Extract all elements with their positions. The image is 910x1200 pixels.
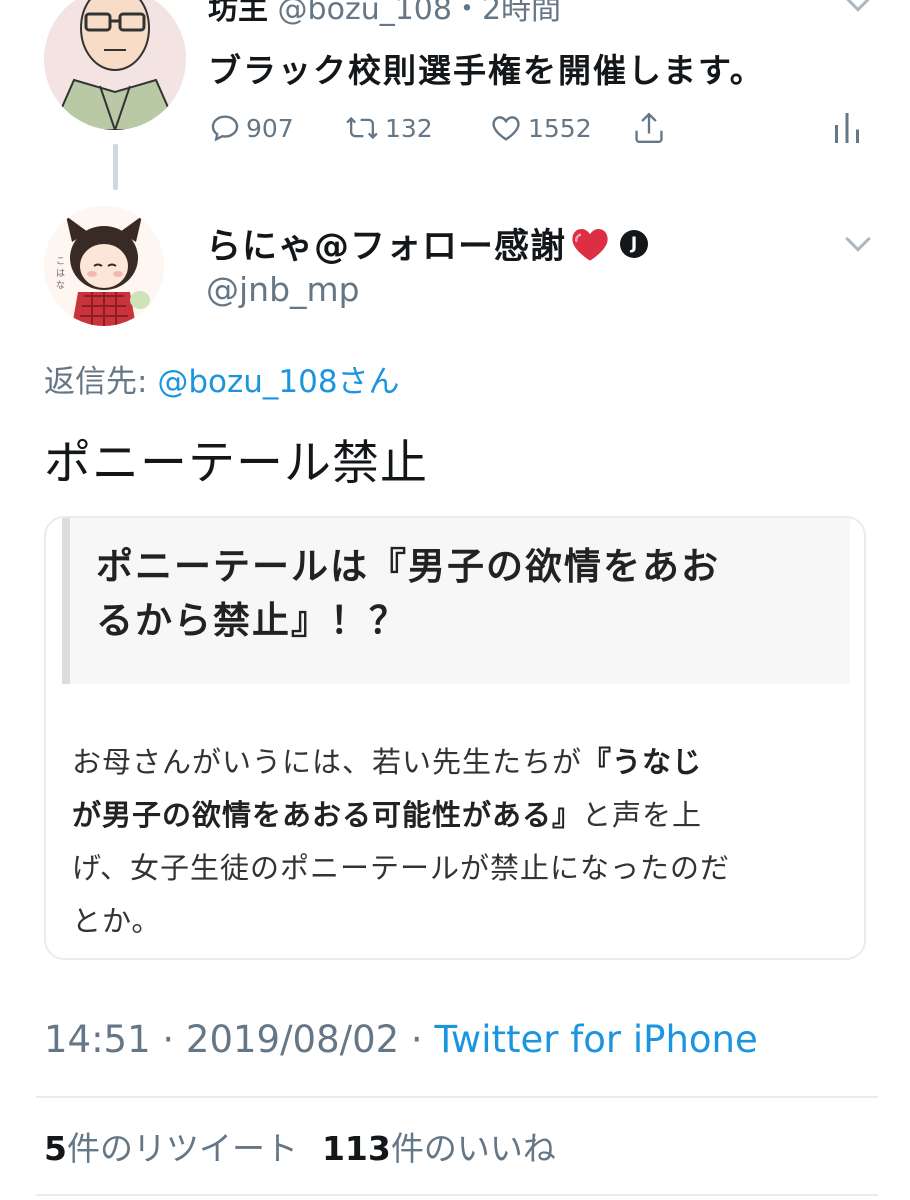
- retweet-count: 132: [385, 113, 433, 143]
- card-body-line-1: お母さんがいうには、若い先生たちが『うなじ: [72, 736, 852, 789]
- likes-label: 件のいいね: [390, 1129, 556, 1168]
- card-body-line-2-plain: と声を上: [582, 798, 703, 832]
- tweet-stats: 5件のリツイート 113件のいいね: [44, 1122, 556, 1170]
- red-heart-emoji-icon: [572, 228, 608, 261]
- cat-girl-avatar-icon: こ は な: [44, 206, 164, 326]
- card-body-line-3: げ、女子生徒のポニーテールが禁止になったのだ: [72, 851, 730, 885]
- card-body-line-1-plain: お母さんがいうには、若い先生たちが: [72, 745, 583, 779]
- parent-tweet-header: 坊主 @bozu_108・2時間: [208, 0, 561, 28]
- reply-icon: [211, 115, 239, 142]
- reply-button[interactable]: 907: [208, 108, 294, 148]
- card-heading-line-1: ポニーテールは『男子の欲情をあお: [96, 545, 720, 588]
- svg-text:な: な: [56, 280, 65, 291]
- share-button[interactable]: [632, 108, 666, 148]
- reply-handle[interactable]: @jnb_mp: [206, 270, 360, 309]
- card-body-line-2-bold: が男子の欲情をあおる可能性がある』: [72, 798, 583, 832]
- attached-image-card[interactable]: ポニーテールは『男子の欲情をあお るから禁止』！？ お母さんがいうには、若い先生…: [44, 516, 866, 960]
- card-heading: ポニーテールは『男子の欲情をあお るから禁止』！？: [62, 518, 850, 684]
- parent-avatar[interactable]: [44, 0, 186, 130]
- svg-text:は: は: [56, 268, 65, 279]
- reply-tweet-text: ポニーテール禁止: [44, 436, 428, 491]
- retweets-number: 5: [44, 1129, 67, 1168]
- tweet-timestamp: 14:51 · 2019/08/02 · Twitter for iPhone: [44, 1018, 758, 1061]
- like-button[interactable]: 1552: [488, 108, 592, 148]
- divider: [36, 1194, 878, 1196]
- retweets-label: 件のリツイート: [66, 1129, 298, 1168]
- share-icon: [635, 112, 663, 144]
- retweet-icon: [346, 116, 378, 140]
- timestamp-text: 14:51 · 2019/08/02 ·: [44, 1018, 435, 1061]
- monk-avatar-icon: [44, 0, 186, 130]
- parent-display-name[interactable]: 坊主: [208, 0, 268, 27]
- reply-tweet-author: こ は な らにゃ@フォロー感謝 J @jnb_mp: [44, 206, 910, 336]
- card-body-line-4: とか。: [72, 904, 162, 938]
- parent-tweet[interactable]: 坊主 @bozu_108・2時間 ブラック校則選手権を開催します。 907 13…: [0, 0, 910, 200]
- reply-name-line: らにゃ@フォロー感謝 J: [206, 218, 649, 269]
- card-body-line-2: が男子の欲情をあおる可能性がある』と声を上: [72, 789, 852, 842]
- reply-display-name[interactable]: らにゃ@フォロー感謝: [206, 218, 566, 269]
- card-body-line-1-bold: 『うなじ: [582, 745, 703, 779]
- likes-stat[interactable]: 113件のいいね: [322, 1129, 556, 1168]
- divider: [36, 1096, 878, 1098]
- replying-to-mention-link[interactable]: @bozu_108さん: [157, 364, 399, 400]
- thread-connector-line: [113, 144, 118, 190]
- reply-count: 907: [246, 113, 294, 143]
- like-count: 1552: [528, 113, 592, 143]
- parent-tweet-menu-chevron-icon[interactable]: [845, 0, 871, 12]
- analytics-button[interactable]: [832, 108, 862, 148]
- replying-to: 返信先: @bozu_108さん: [44, 356, 400, 401]
- card-body: お母さんがいうには、若い先生たちが『うなじ が男子の欲情をあおる可能性がある』と…: [72, 736, 852, 948]
- j-badge-icon: J: [620, 229, 649, 258]
- retweet-button[interactable]: 132: [343, 108, 433, 148]
- likes-number: 113: [321, 1129, 391, 1168]
- retweets-stat[interactable]: 5件のリツイート: [44, 1129, 298, 1168]
- replying-to-label: 返信先:: [44, 364, 158, 400]
- parent-tweet-actions: 907 132 1552: [208, 108, 888, 148]
- analytics-bars-icon: [835, 113, 859, 143]
- svg-text:こ: こ: [56, 257, 65, 267]
- heart-outline-icon: [492, 116, 520, 141]
- source-link[interactable]: Twitter for iPhone: [434, 1018, 757, 1061]
- reply-avatar[interactable]: こ は な: [44, 206, 164, 326]
- parent-tweet-text: ブラック校則選手権を開催します。: [208, 51, 765, 90]
- card-heading-line-2: るから禁止』！？: [96, 599, 408, 642]
- parent-handle-time: @bozu_108・2時間: [277, 0, 562, 27]
